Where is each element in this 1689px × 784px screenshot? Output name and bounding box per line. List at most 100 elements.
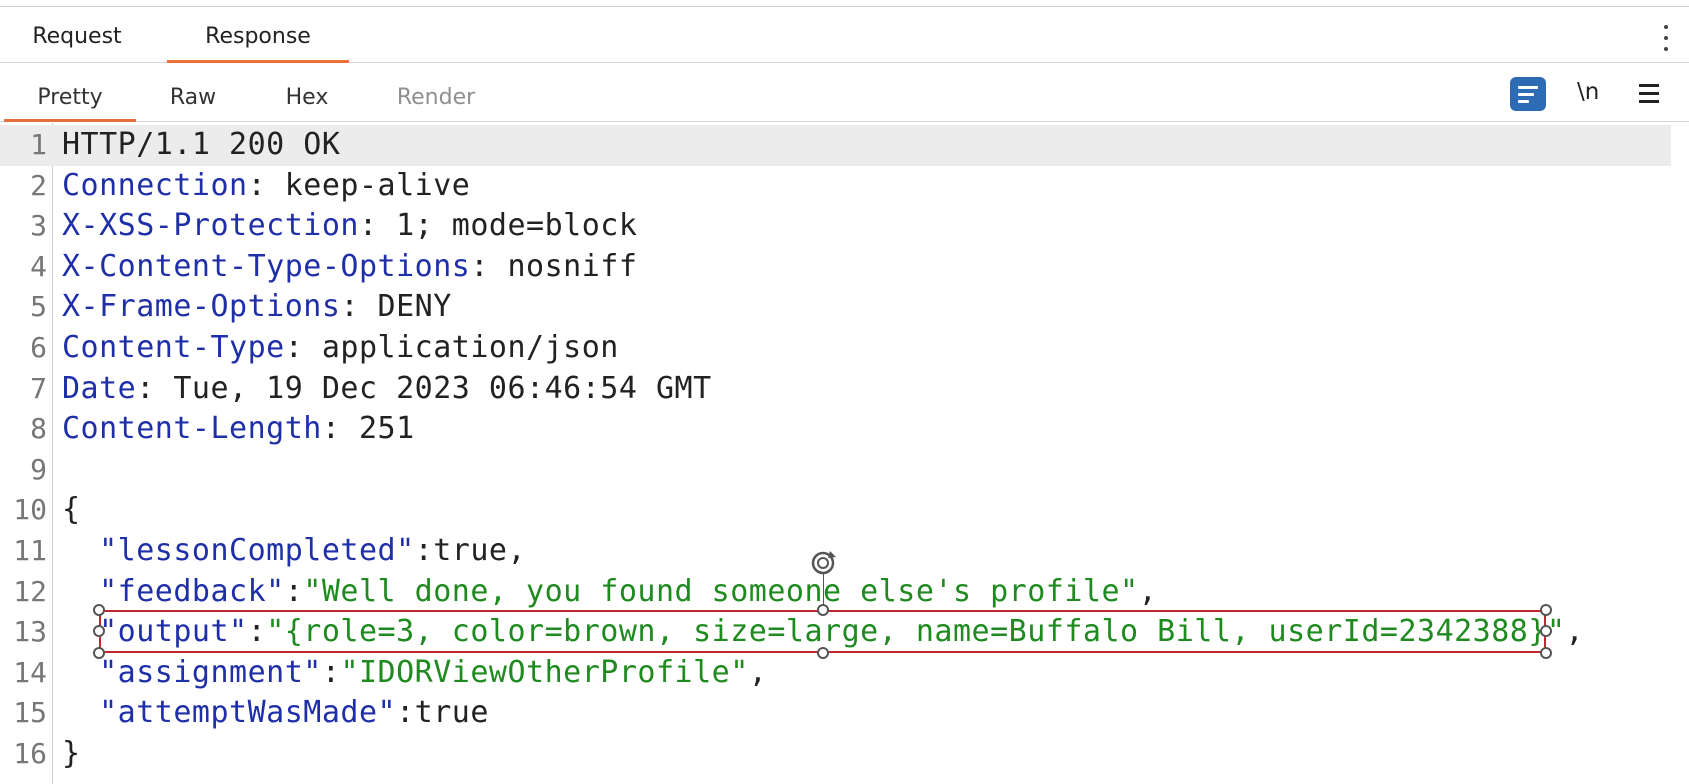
line-number: 12 [13, 574, 47, 608]
code-line[interactable]: 5 X-Frame-Options: DENY [0, 287, 1689, 328]
line-content: "lessonCompleted":true, [62, 531, 526, 572]
json-colon: : [247, 614, 267, 650]
json-comma: , [1138, 573, 1158, 609]
json-literal: true [414, 695, 489, 731]
json-comma: , [748, 654, 768, 690]
code-line[interactable]: 7 Date: Tue, 19 Dec 2023 06:46:54 GMT [0, 369, 1689, 410]
header-value: : keep-alive [247, 167, 471, 203]
line-number: 1 [30, 128, 47, 161]
header-value: : application/json [284, 329, 619, 365]
resize-handle-top-left[interactable] [93, 604, 105, 616]
message-tab-bar: Request Response [0, 7, 1689, 63]
hamburger-menu-icon[interactable] [1639, 84, 1659, 104]
code-line[interactable]: 3 X-XSS-Protection: 1; mode=block [0, 206, 1689, 247]
resize-handle-right[interactable] [1540, 625, 1552, 637]
line-content: Content-Type: application/json [62, 328, 619, 369]
resize-handle-bottom-right[interactable] [1540, 647, 1552, 659]
line-number: 16 [13, 736, 47, 770]
plain-text: } [62, 735, 81, 771]
tab-hex[interactable]: Hex [270, 63, 344, 121]
code-line[interactable]: 11 "lessonCompleted":true, [0, 531, 1689, 572]
json-key: "assignment" [99, 654, 322, 690]
line-content: } [62, 734, 81, 775]
json-colon: : [284, 573, 304, 609]
tab-render[interactable]: Render [386, 63, 486, 121]
resize-handle-bottom[interactable] [817, 647, 829, 659]
newline-toggle-button[interactable]: \n [1577, 79, 1599, 105]
json-key: "attemptWasMade" [99, 695, 397, 731]
response-editor[interactable]: 1 HTTP/1.1 200 OK 2 Connection: keep-alive 3… [0, 125, 1689, 775]
header-value: : Tue, 19 Dec 2023 06:46:54 GMT [136, 370, 712, 406]
line-number: 2 [30, 168, 47, 202]
header-name: X-Content-Type-Options [62, 248, 471, 284]
code-line[interactable]: 4 X-Content-Type-Options: nosniff [0, 247, 1689, 288]
header-value: : 251 [321, 411, 415, 447]
rotate-handle-icon[interactable] [808, 547, 838, 577]
line-content: "feedback":"Well done, you found someone… [62, 572, 1157, 613]
view-mode-bar: Pretty Raw Hex Render [0, 63, 1689, 122]
code-line[interactable]: 10 { [0, 490, 1689, 531]
line-number: 8 [30, 412, 47, 446]
json-colon: : [396, 695, 415, 731]
resize-handle-top[interactable] [817, 604, 829, 616]
plain-text: HTTP/1.1 200 OK [62, 127, 341, 162]
code-line[interactable]: 12 "feedback":"Well done, you found some… [0, 572, 1689, 613]
code-line[interactable]: 14 "assignment":"IDORViewOtherProfile", [0, 653, 1689, 694]
line-content: { [62, 490, 81, 531]
line-number: 3 [30, 209, 47, 243]
header-name: Date [62, 370, 137, 406]
code-line[interactable]: 13 "output":"{role=3, color=brown, size=… [0, 612, 1689, 653]
json-literal: true [433, 532, 508, 568]
line-number: 9 [30, 452, 47, 486]
json-colon: : [321, 654, 341, 690]
line-content: Connection: keep-alive [62, 166, 470, 207]
tab-response[interactable]: Response [167, 7, 349, 63]
json-key: "output" [99, 614, 248, 650]
code-line[interactable]: 9 [0, 450, 1689, 491]
tab-request[interactable]: Request [22, 7, 132, 62]
line-number: 7 [30, 371, 47, 405]
line-content: Date: Tue, 19 Dec 2023 06:46:54 GMT [62, 369, 712, 410]
line-content: HTTP/1.1 200 OK [62, 125, 340, 166]
json-comma: , [507, 532, 527, 568]
code-line[interactable]: 15 "attemptWasMade":true [0, 693, 1689, 734]
tab-pretty[interactable]: Pretty [4, 63, 136, 122]
json-string: "Well done, you found someone else's pro… [303, 573, 1139, 609]
header-name: Content-Length [62, 411, 322, 447]
header-name: X-XSS-Protection [62, 208, 359, 244]
tab-raw[interactable]: Raw [150, 63, 236, 121]
line-number: 15 [13, 696, 47, 730]
line-number: 13 [13, 615, 47, 649]
line-content: Content-Length: 251 [62, 409, 415, 450]
header-name: Connection [62, 167, 248, 203]
text-wrap-icon[interactable] [1510, 77, 1546, 111]
line-number: 5 [30, 290, 47, 324]
json-colon: : [414, 532, 434, 568]
line-number: 14 [13, 655, 47, 689]
json-string: "IDORViewOtherProfile" [340, 654, 749, 690]
header-name: Content-Type [62, 329, 285, 365]
line-content: "assignment":"IDORViewOtherProfile", [62, 653, 767, 694]
plain-text: { [62, 492, 81, 528]
code-line[interactable]: 1 HTTP/1.1 200 OK [0, 125, 1671, 166]
line-number: 6 [30, 330, 47, 364]
vertical-dots-icon[interactable] [1661, 21, 1671, 55]
code-line[interactable]: 16} [0, 734, 1689, 775]
header-name: X-Frame-Options [62, 289, 341, 325]
header-value: : 1; mode=block [358, 208, 638, 244]
resize-handle-top-right[interactable] [1540, 604, 1552, 616]
line-number: 11 [13, 533, 47, 567]
header-value: : nosniff [470, 248, 638, 284]
resize-handle-left[interactable] [93, 625, 105, 637]
code-line[interactable]: 8 Content-Length: 251 [0, 409, 1689, 450]
json-key: "feedback" [99, 573, 285, 609]
line-content: X-Content-Type-Options: nosniff [62, 247, 637, 288]
line-number: 10 [13, 493, 47, 527]
resize-handle-bottom-left[interactable] [93, 647, 105, 659]
code-line[interactable]: 2 Connection: keep-alive [0, 166, 1689, 207]
json-key: "lessonCompleted" [99, 532, 415, 568]
code-line[interactable]: 6 Content-Type: application/json [0, 328, 1689, 369]
